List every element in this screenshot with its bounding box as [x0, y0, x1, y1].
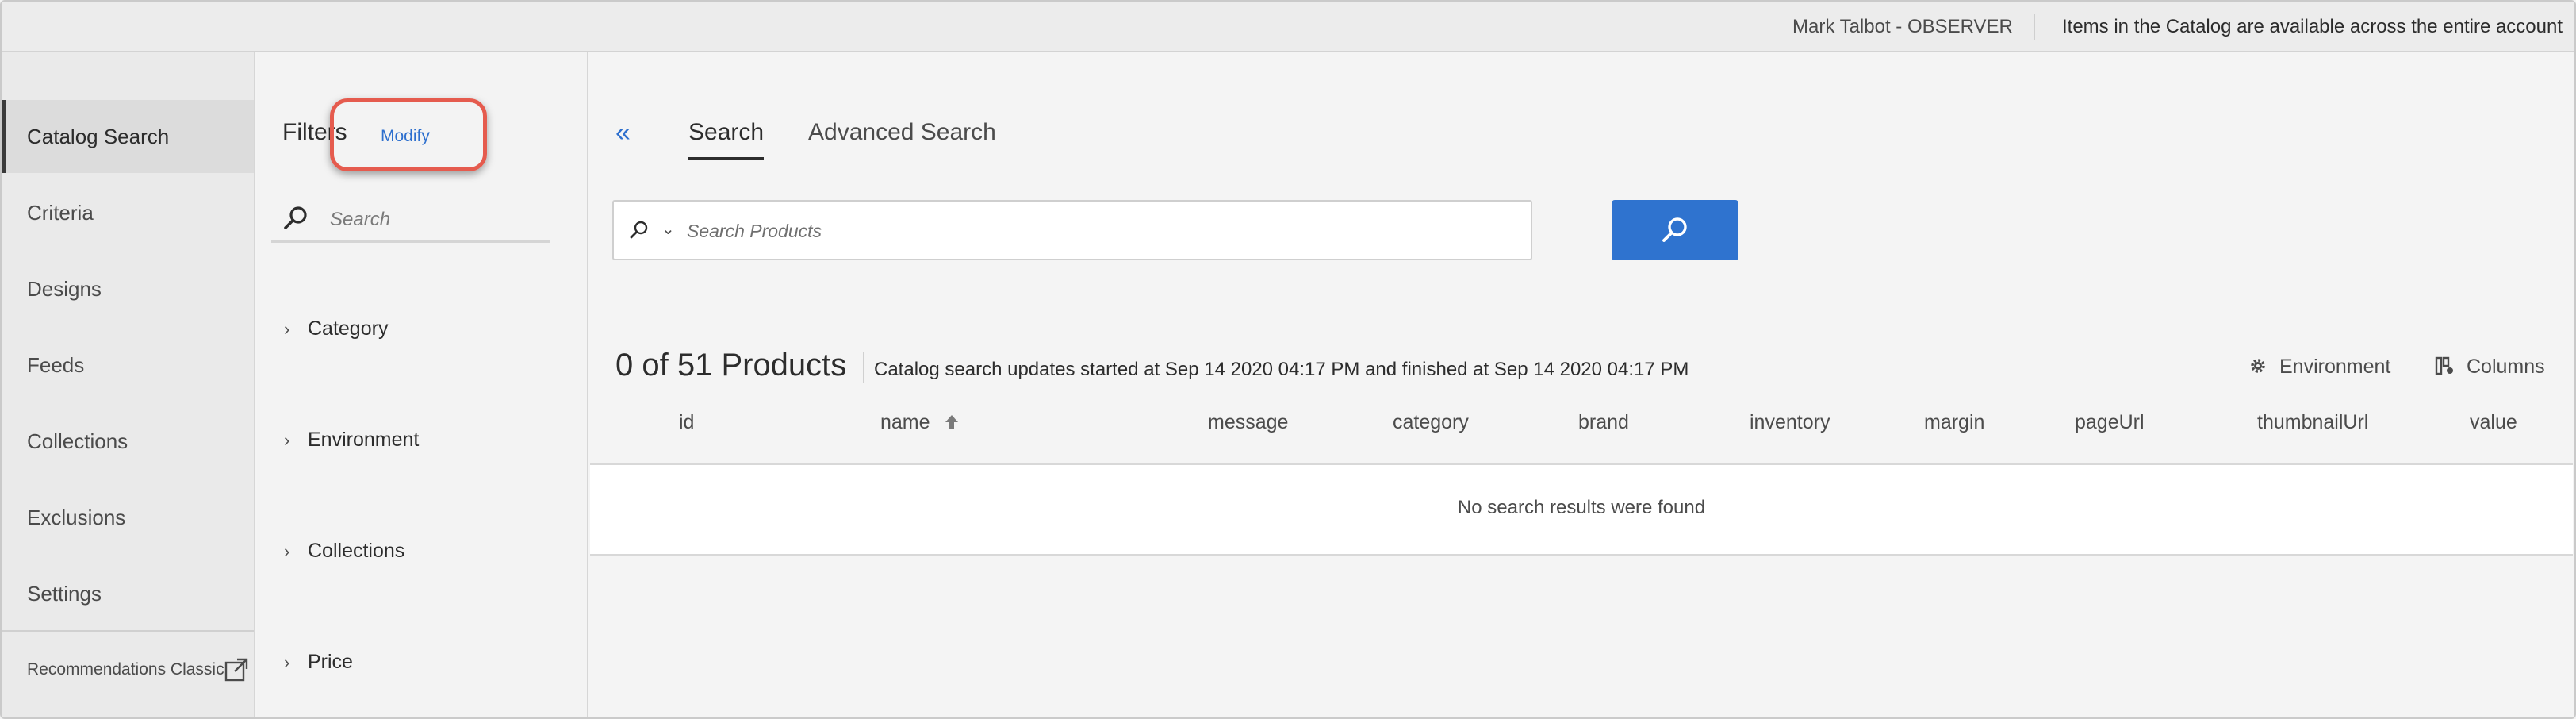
column-header-value[interactable]: value — [2470, 411, 2517, 434]
columns-label: Columns — [2467, 356, 2545, 378]
modify-filters-link[interactable]: Modify — [381, 127, 430, 146]
chevron-right-icon: › — [284, 541, 290, 561]
column-header-thumbnailurl[interactable]: thumbnailUrl — [2257, 411, 2368, 434]
topbar-divider — [2034, 14, 2035, 40]
left-nav: Catalog Search Criteria Designs Feeds Co… — [2, 52, 255, 717]
nav-divider — [2, 630, 254, 632]
columns-button[interactable]: Columns — [2435, 356, 2545, 379]
search-button[interactable] — [1612, 200, 1738, 260]
nav-item-designs[interactable]: Designs — [2, 252, 254, 325]
nav-item-collections[interactable]: Collections — [2, 405, 254, 478]
column-header-category[interactable]: category — [1393, 411, 1469, 434]
filter-search-field — [271, 198, 550, 243]
search-icon — [630, 221, 648, 239]
chevron-right-icon: › — [284, 652, 290, 672]
double-chevron-left-icon[interactable]: « — [615, 117, 631, 148]
chevron-right-icon: › — [284, 319, 290, 339]
column-header-label: name — [880, 411, 930, 433]
product-search-input[interactable] — [687, 217, 1512, 244]
facet-environment[interactable]: › Environment — [284, 429, 419, 460]
count-divider — [863, 352, 864, 383]
table-header: id name message category brand inventory… — [590, 411, 2574, 452]
column-header-pageurl[interactable]: pageUrl — [2075, 411, 2145, 434]
column-header-name[interactable]: name — [880, 411, 959, 434]
results-table-body: No search results were found — [590, 463, 2573, 556]
chevron-right-icon: › — [284, 430, 290, 450]
product-search-box: ⌄ — [612, 200, 1532, 260]
column-header-id[interactable]: id — [679, 411, 694, 434]
column-header-margin[interactable]: margin — [1924, 411, 1984, 434]
nav-item-catalog-search[interactable]: Catalog Search — [2, 100, 254, 173]
filters-panel: Filters Modify ›Category ›Environment ›C… — [257, 52, 588, 717]
chevron-down-icon[interactable]: ⌄ — [661, 219, 675, 239]
tab-search[interactable]: Search — [688, 119, 765, 160]
columns-icon — [2435, 356, 2453, 375]
empty-results-message: No search results were found — [1457, 497, 1706, 518]
result-count: 0 of 51 Products — [615, 348, 847, 383]
user-name[interactable]: Mark Talbot - OBSERVER — [1792, 16, 2013, 38]
column-header-message[interactable]: message — [1208, 411, 1288, 434]
nav-item-recommendations-classic[interactable]: Recommendations Classic — [27, 660, 224, 679]
facet-price[interactable]: › Price — [284, 651, 353, 682]
sort-ascending-icon[interactable] — [945, 413, 959, 431]
column-header-brand[interactable]: brand — [1578, 411, 1629, 434]
external-link-icon[interactable] — [224, 657, 249, 682]
facet-collections[interactable]: › Collections — [284, 540, 404, 571]
nav-item-settings[interactable]: Settings — [2, 557, 254, 630]
column-header-inventory[interactable]: inventory — [1750, 411, 1830, 434]
nav-item-exclusions[interactable]: Exclusions — [2, 481, 254, 554]
facet-label: Environment — [308, 429, 420, 451]
search-icon — [284, 206, 307, 229]
filter-search-input[interactable] — [330, 206, 536, 233]
facet-label: Price — [308, 651, 353, 673]
app-window: Mark Talbot - OBSERVER Items in the Cata… — [0, 0, 2576, 719]
environment-button[interactable]: Environment — [2248, 356, 2390, 379]
catalog-update-status: Catalog search updates started at Sep 14… — [874, 359, 1689, 380]
top-bar: Mark Talbot - OBSERVER Items in the Cata… — [2, 2, 2574, 52]
catalog-notice: Items in the Catalog are available acros… — [2062, 16, 2563, 37]
facet-category[interactable]: › Category — [284, 317, 388, 349]
main-content: « Search Advanced Search ⌄ 0 of 51 Produ… — [590, 52, 2574, 717]
gear-icon — [2251, 359, 2265, 373]
facet-label: Category — [308, 317, 389, 340]
tab-advanced-search[interactable]: Advanced Search — [808, 119, 996, 146]
nav-item-feeds[interactable]: Feeds — [2, 329, 254, 402]
nav-item-criteria[interactable]: Criteria — [2, 176, 254, 249]
facet-label: Collections — [308, 540, 405, 562]
search-icon — [1662, 217, 1687, 242]
environment-label: Environment — [2279, 356, 2391, 378]
